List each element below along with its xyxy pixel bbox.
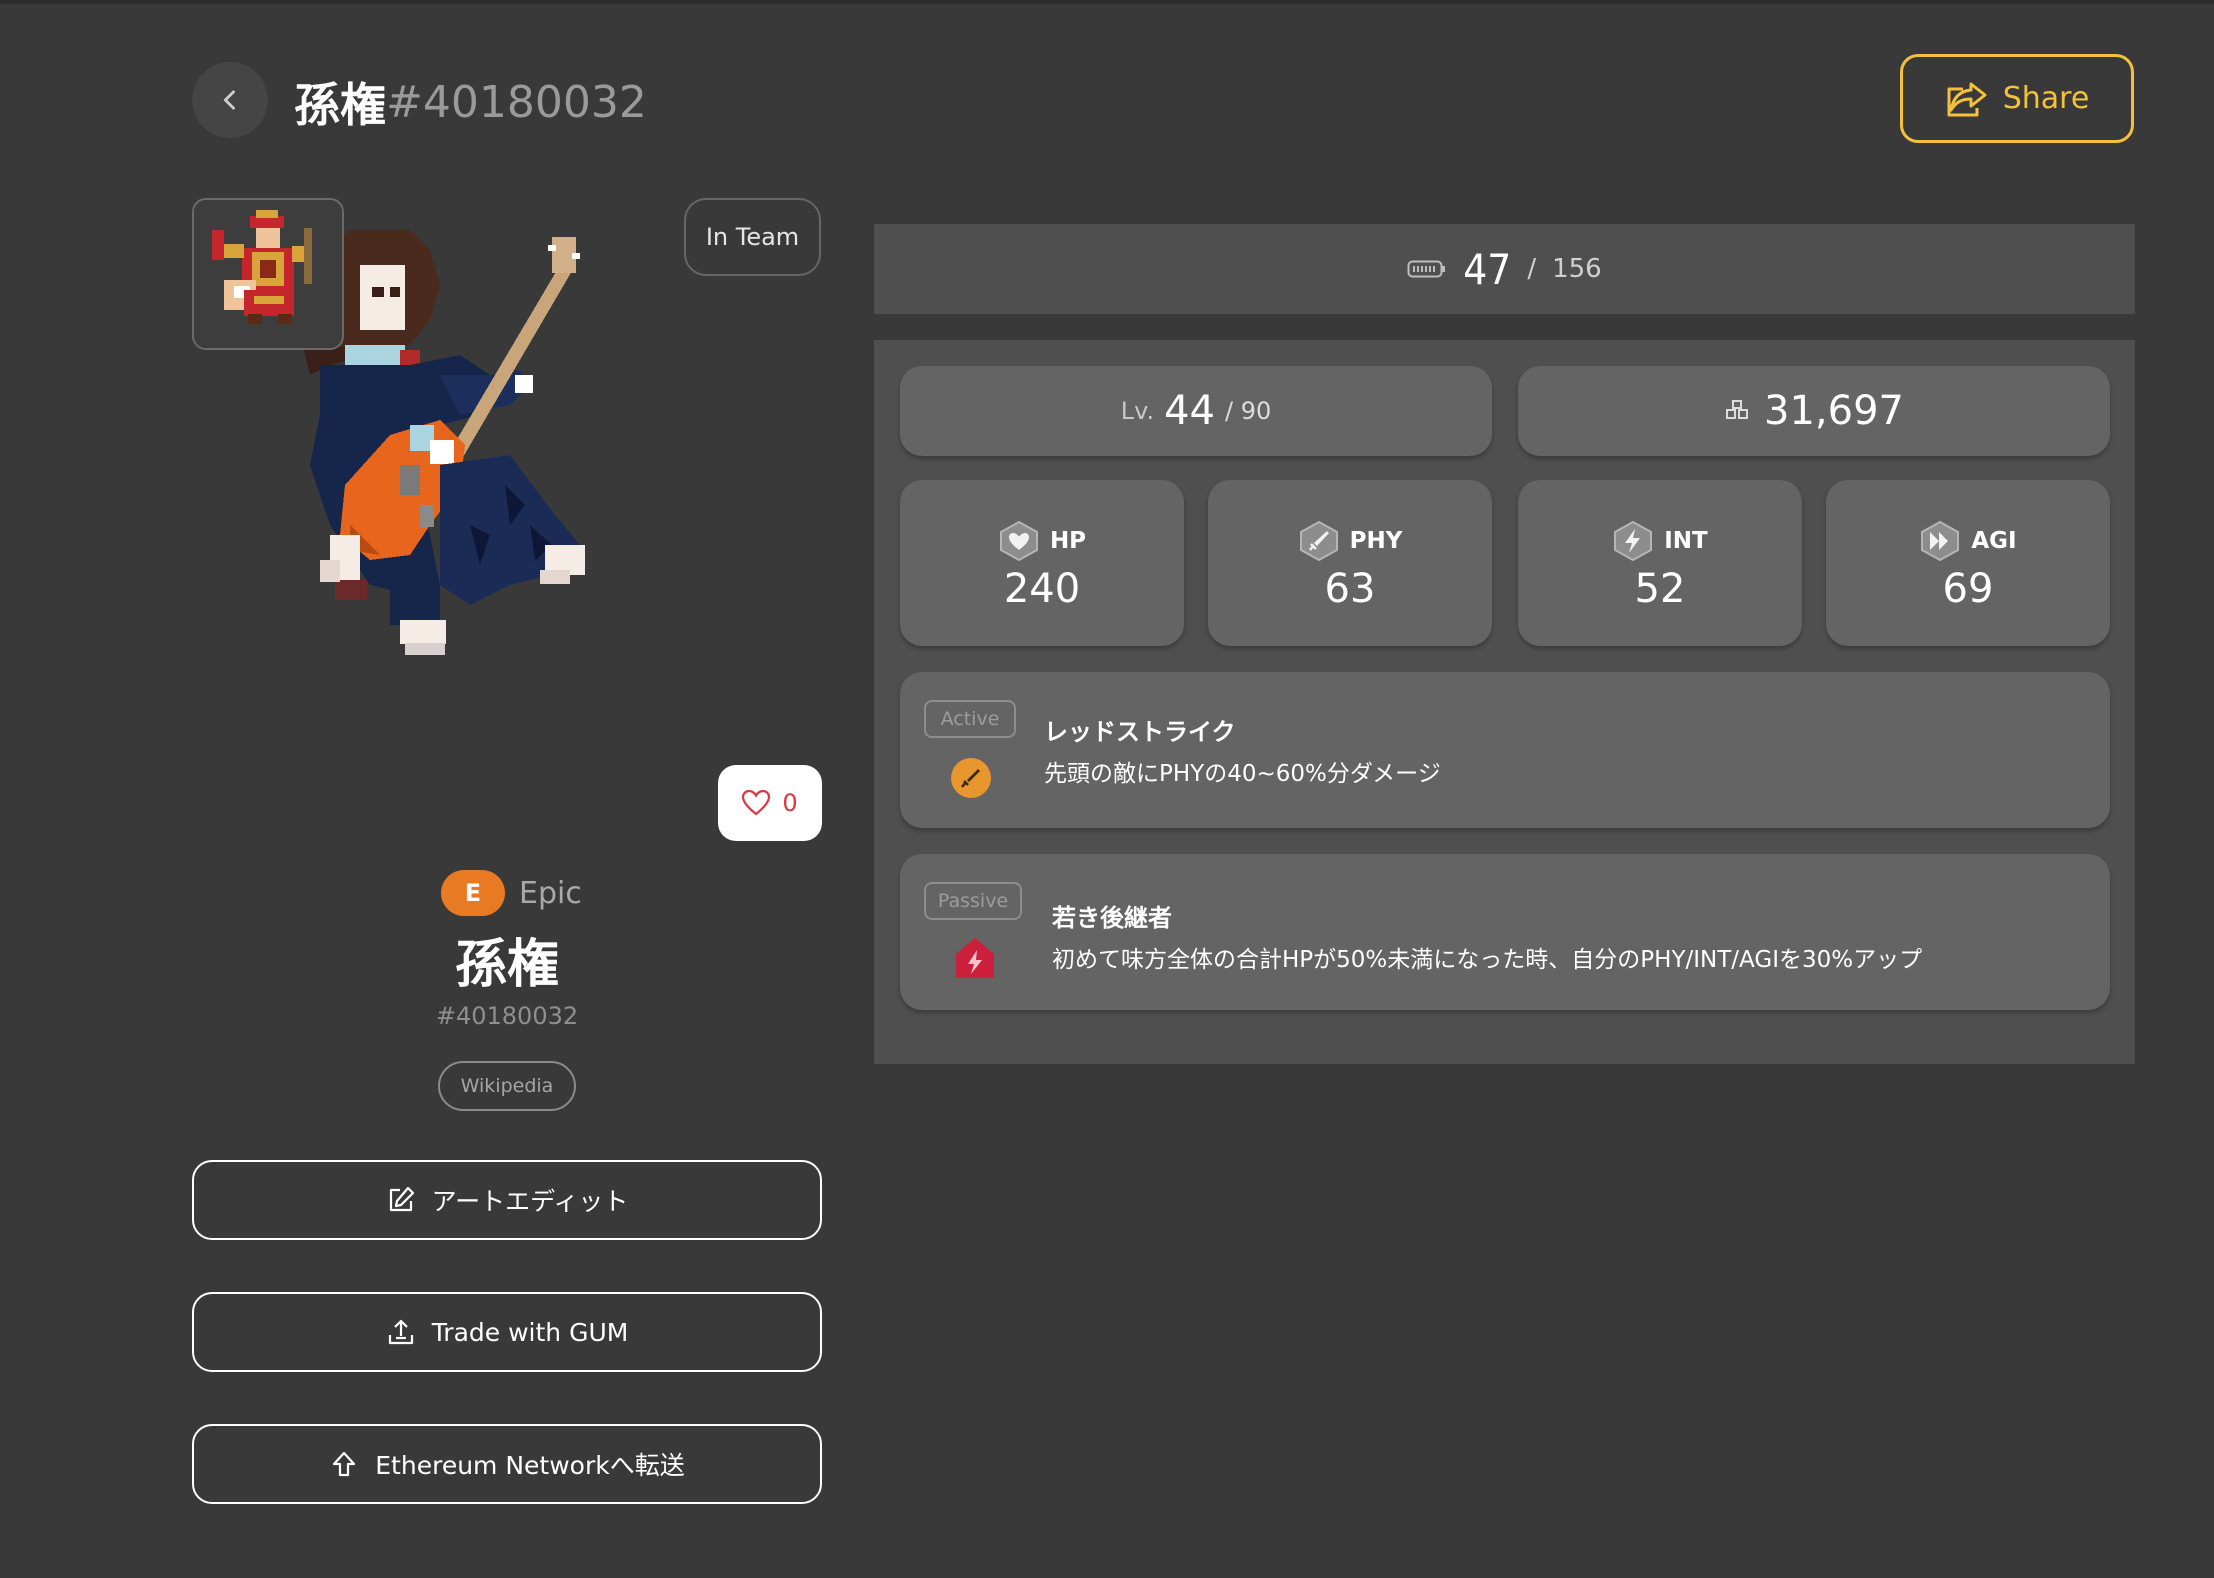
battery-icon [1407, 260, 1446, 278]
chevron-left-icon [223, 90, 235, 110]
back-button[interactable] [192, 62, 268, 138]
art-edit-button[interactable]: アートエディット [192, 1160, 822, 1240]
like-button[interactable]: 0 [718, 765, 822, 841]
passive-skill-lightning-icon [956, 938, 994, 978]
stamina-bar: 47 / 156 [874, 224, 2135, 314]
stat-card-phy: PHY 63 [1208, 480, 1492, 646]
stat-card-hp: HP 240 [900, 480, 1184, 646]
character-id: #40180032 [435, 1002, 579, 1030]
level-prefix: Lv. [1120, 397, 1155, 425]
active-skill-sword-icon [951, 758, 991, 798]
stat-label-phy: PHY [1349, 528, 1403, 554]
original-art-thumbnail[interactable] [192, 198, 344, 350]
stat-card-agi: AGI 69 [1826, 480, 2110, 646]
like-count: 0 [782, 789, 798, 817]
passive-skill-name: 若き後継者 [1052, 904, 1172, 932]
rarity-row: E Epic [441, 869, 582, 917]
page-title-id: #40180032 [386, 76, 647, 128]
active-skill-card: Active レッドストライク 先頭の敵にPHYの40~60%分ダメージ [900, 672, 2110, 828]
upload-tray-icon [388, 1319, 413, 1345]
stamina-current: 47 [1463, 244, 1512, 294]
passive-skill-desc: 初めて味方全体の合計HPが50%未満になった時、自分のPHY/INT/AGIを3… [1052, 947, 1923, 973]
transfer-label: Ethereum Networkへ転送 [375, 1451, 685, 1480]
character-pixel-art [290, 230, 585, 655]
stats-panel: Lv. 44 / 90 31,697 HP 240 PHY 63 INT 52 … [874, 340, 2135, 1064]
active-skill-desc: 先頭の敵にPHYの40~60%分ダメージ [1044, 761, 1441, 787]
stat-value-phy: 63 [1324, 566, 1376, 612]
lightning-icon [1614, 520, 1653, 562]
level-card: Lv. 44 / 90 [900, 366, 1492, 456]
art-edit-label: アートエディット [431, 1187, 629, 1216]
wikipedia-link[interactable]: Wikipedia [438, 1061, 576, 1111]
active-skill-tag: Active [924, 700, 1016, 738]
stat-value-int: 52 [1634, 566, 1686, 612]
heart-outline-icon [742, 790, 771, 816]
transfer-ethereum-button[interactable]: Ethereum Networkへ転送 [192, 1424, 822, 1504]
page-title-name: 孫権 [294, 78, 386, 132]
share-label: Share [2002, 81, 2090, 116]
power-card: 31,697 [1518, 366, 2110, 456]
stat-label-int: INT [1664, 528, 1708, 554]
stat-card-int: INT 52 [1518, 480, 1802, 646]
trade-with-gum-button[interactable]: Trade with GUM [192, 1292, 822, 1372]
page-title: 孫権 #40180032 [294, 66, 647, 138]
stat-value-hp: 240 [1003, 566, 1081, 612]
level-max: / 90 [1224, 397, 1272, 425]
level-value: 44 [1164, 388, 1215, 434]
share-icon [1947, 82, 1987, 116]
top-divider [0, 0, 2214, 4]
heart-icon [999, 520, 1038, 562]
trade-label: Trade with GUM [431, 1317, 629, 1347]
sword-icon [1299, 520, 1338, 562]
arrow-up-icon [333, 1451, 356, 1477]
edit-icon [389, 1186, 414, 1212]
cubes-icon [1726, 400, 1749, 419]
fast-forward-icon [1921, 520, 1960, 562]
share-button[interactable]: Share [1900, 54, 2134, 143]
stat-value-agi: 69 [1942, 566, 1994, 612]
warrior-portrait-image [194, 200, 342, 348]
power-value: 31,697 [1764, 388, 1904, 434]
stamina-separator: / [1527, 254, 1537, 284]
stamina-max: 156 [1552, 254, 1602, 284]
passive-skill-card: Passive 若き後継者 初めて味方全体の合計HPが50%未満になった時、自分… [900, 854, 2110, 1010]
character-name: 孫権 [454, 935, 559, 995]
stat-label-agi: AGI [1971, 528, 2017, 554]
passive-skill-tag: Passive [924, 882, 1022, 920]
rarity-badge: E [441, 870, 505, 916]
stat-label-hp: HP [1049, 528, 1087, 554]
active-skill-name: レッドストライク [1044, 718, 1236, 746]
rarity-label: Epic [519, 875, 582, 911]
